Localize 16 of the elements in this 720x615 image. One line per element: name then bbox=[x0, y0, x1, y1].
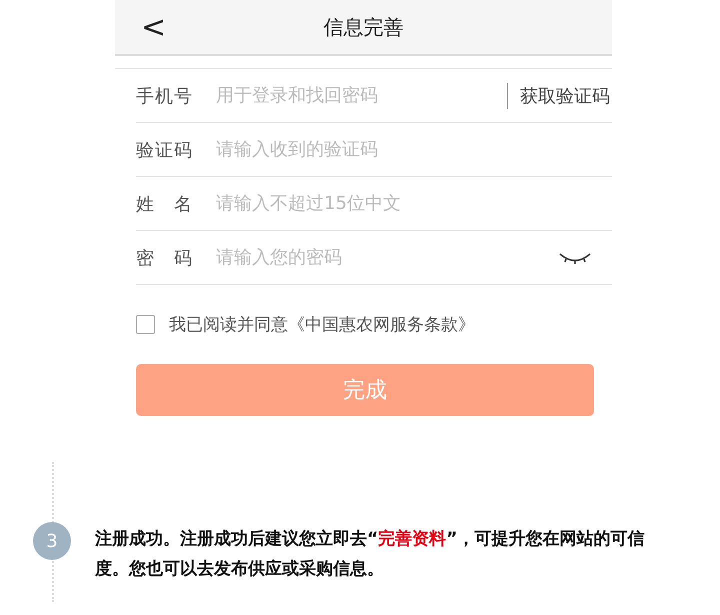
field-label: 手机号 bbox=[136, 84, 192, 108]
closed-eye-icon[interactable] bbox=[558, 250, 592, 264]
page-title: 信息完善 bbox=[324, 14, 404, 38]
input-field[interactable]: 请输入收到的验证码 bbox=[216, 139, 612, 160]
input-field[interactable]: 用于登录和找回密码 bbox=[216, 85, 507, 106]
step-number: 3 bbox=[33, 522, 71, 560]
field-label: 验证码 bbox=[136, 138, 192, 162]
field-label: 姓名 bbox=[136, 192, 192, 216]
input-field[interactable]: 请输入不超过15位中文 bbox=[216, 193, 612, 214]
input-field[interactable]: 请输入您的密码 bbox=[216, 247, 558, 268]
agree-checkbox[interactable] bbox=[136, 315, 155, 334]
back-button[interactable]: < bbox=[137, 10, 170, 44]
get-code-button[interactable]: 获取验证码 bbox=[507, 82, 610, 108]
agreement-text: 我已阅读并同意《中国惠农网服务条款》 bbox=[169, 314, 475, 336]
step-description: 注册成功。注册成功后建议您立即去“完善资料”，可提升您在网站的可信度。您也可以去发布供应或采购信息。 bbox=[95, 528, 646, 581]
field-label: 密码 bbox=[136, 246, 192, 270]
